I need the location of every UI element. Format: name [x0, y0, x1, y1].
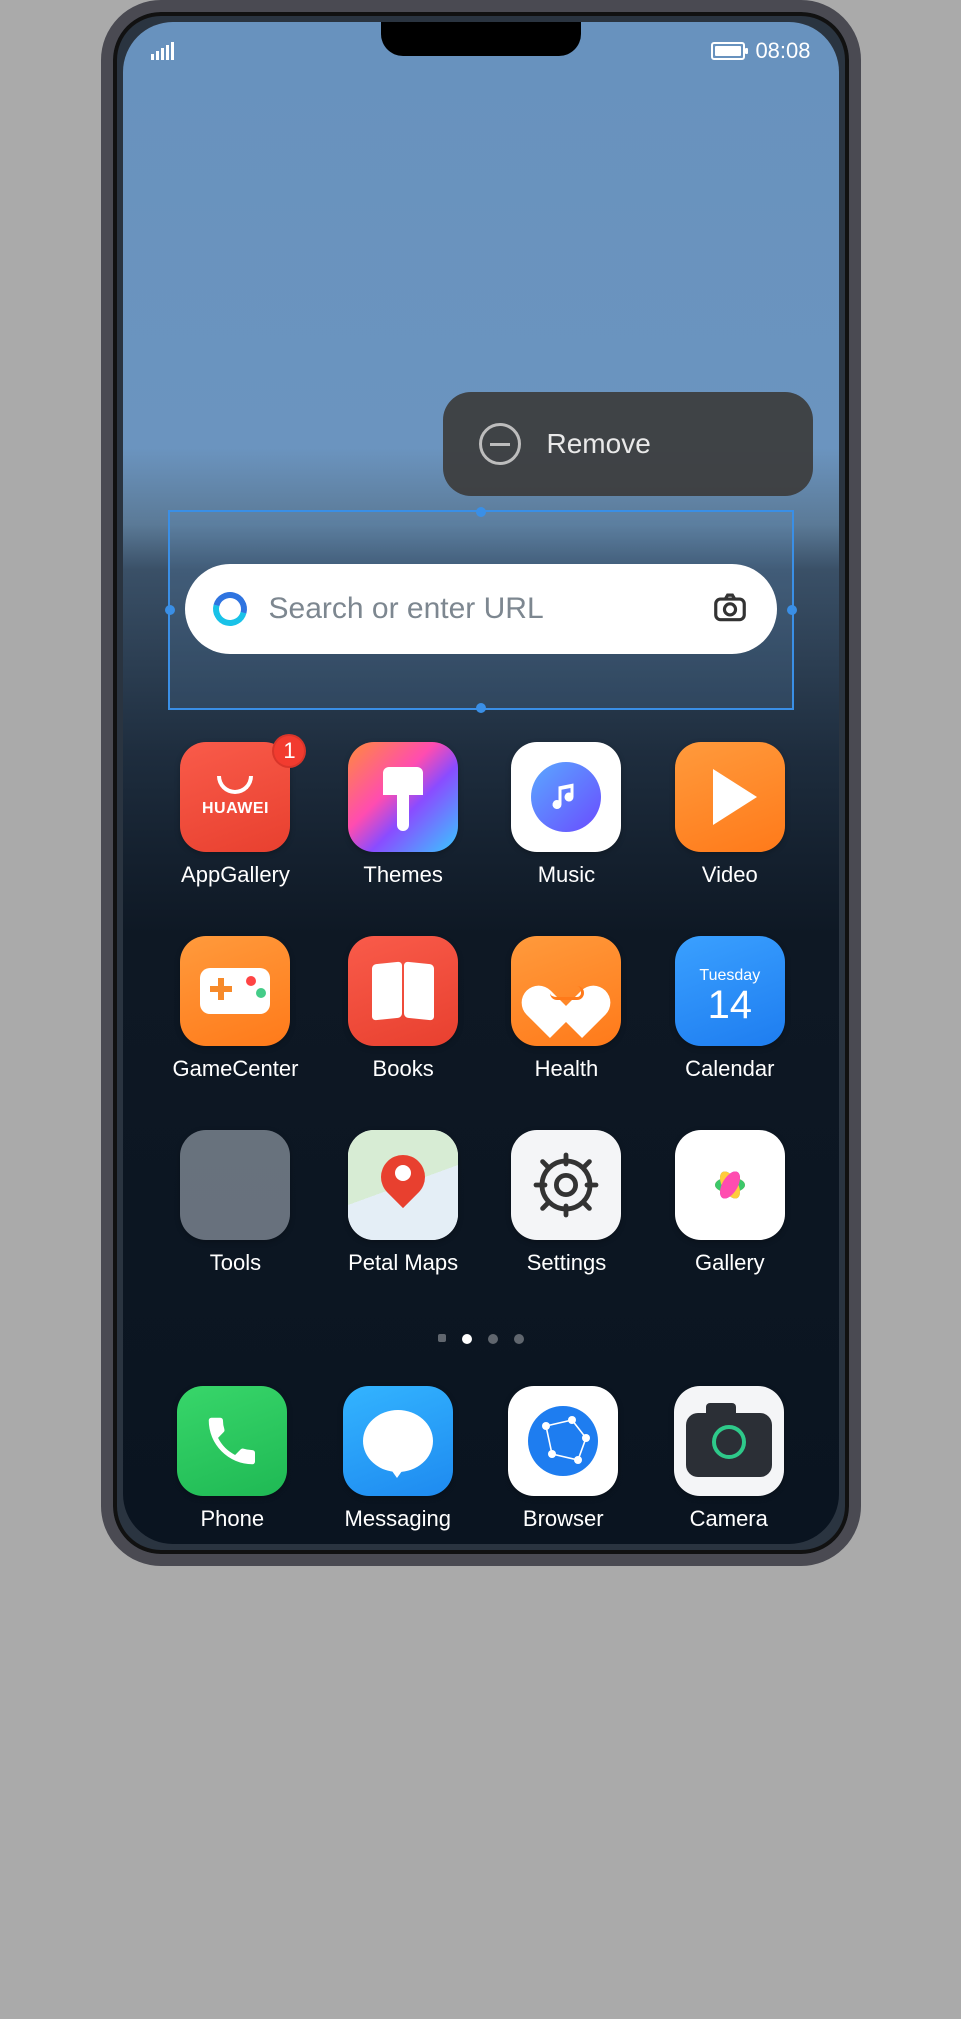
phone-icon	[177, 1386, 287, 1496]
app-label: GameCenter	[173, 1056, 299, 1082]
remove-icon	[479, 423, 521, 465]
app-grid: HUAWEI 1 AppGallery Themes Music	[173, 742, 789, 1276]
app-label: Petal Maps	[348, 1250, 458, 1276]
app-gallery[interactable]: Gallery	[671, 1130, 788, 1276]
app-gamecenter[interactable]: GameCenter	[173, 936, 299, 1082]
dock-phone[interactable]: Phone	[173, 1386, 293, 1532]
resize-handle-bottom[interactable]	[476, 703, 486, 713]
browser-icon	[508, 1386, 618, 1496]
app-music[interactable]: Music	[508, 742, 625, 888]
page-indicator[interactable]	[123, 1334, 839, 1344]
books-icon	[348, 936, 458, 1046]
resize-handle-left[interactable]	[165, 605, 175, 615]
app-label: Tools	[210, 1250, 261, 1276]
search-widget[interactable]: Search or enter URL	[185, 564, 777, 654]
page-dot	[438, 1334, 446, 1342]
resize-handle-top[interactable]	[476, 507, 486, 517]
app-health[interactable]: Health	[508, 936, 625, 1082]
app-label: Messaging	[345, 1506, 451, 1532]
app-settings[interactable]: Settings	[508, 1130, 625, 1276]
dock-browser[interactable]: Browser	[504, 1386, 624, 1532]
app-label: Video	[702, 862, 758, 888]
camera-icon	[674, 1386, 784, 1496]
settings-icon	[511, 1130, 621, 1240]
page-dot	[488, 1334, 498, 1344]
dock-messaging[interactable]: Messaging	[338, 1386, 458, 1532]
app-books[interactable]: Books	[344, 936, 461, 1082]
home-screen[interactable]: 08:08 Remove Search or enter URL	[123, 22, 839, 1544]
app-calendar[interactable]: Tuesday 14 Calendar	[671, 936, 788, 1082]
calendar-daynum: 14	[708, 985, 753, 1025]
app-appgallery[interactable]: HUAWEI 1 AppGallery	[173, 742, 299, 888]
notification-badge: 1	[272, 734, 306, 768]
app-themes[interactable]: Themes	[344, 742, 461, 888]
app-label: Browser	[523, 1506, 604, 1532]
display-notch	[381, 22, 581, 56]
battery-icon	[711, 42, 745, 60]
remove-button[interactable]: Remove	[547, 428, 651, 460]
app-label: Gallery	[695, 1250, 765, 1276]
app-label: Calendar	[685, 1056, 774, 1082]
browser-logo-icon	[206, 586, 252, 632]
phone-frame: 08:08 Remove Search or enter URL	[101, 0, 861, 1566]
app-label: Music	[538, 862, 595, 888]
health-icon	[511, 936, 621, 1046]
calendar-icon: Tuesday 14	[675, 936, 785, 1046]
video-icon	[675, 742, 785, 852]
themes-icon	[348, 742, 458, 852]
appgallery-brand-text: HUAWEI	[202, 800, 269, 818]
app-video[interactable]: Video	[671, 742, 788, 888]
dock-camera[interactable]: Camera	[669, 1386, 789, 1532]
clock-text: 08:08	[755, 38, 810, 64]
signal-icon	[151, 42, 174, 60]
resize-handle-right[interactable]	[787, 605, 797, 615]
gamecenter-icon	[180, 936, 290, 1046]
app-label: AppGallery	[181, 862, 290, 888]
search-placeholder: Search or enter URL	[269, 592, 689, 626]
app-petal-maps[interactable]: Petal Maps	[344, 1130, 461, 1276]
app-label: Camera	[690, 1506, 768, 1532]
page-dot-active	[462, 1334, 472, 1344]
tools-folder-icon	[180, 1130, 290, 1240]
widget-context-menu: Remove	[443, 392, 813, 496]
petal-maps-icon	[348, 1130, 458, 1240]
camera-scan-icon[interactable]	[711, 588, 749, 631]
page-dot	[514, 1334, 524, 1344]
app-label: Books	[373, 1056, 434, 1082]
app-label: Themes	[363, 862, 442, 888]
app-label: Settings	[527, 1250, 607, 1276]
search-widget-selection[interactable]: Search or enter URL	[168, 510, 794, 710]
gallery-icon	[675, 1130, 785, 1240]
messaging-icon	[343, 1386, 453, 1496]
app-label: Phone	[200, 1506, 264, 1532]
music-icon	[511, 742, 621, 852]
app-tools-folder[interactable]: Tools	[173, 1130, 299, 1276]
app-label: Health	[535, 1056, 599, 1082]
dock: Phone Messaging Browser	[173, 1386, 789, 1532]
